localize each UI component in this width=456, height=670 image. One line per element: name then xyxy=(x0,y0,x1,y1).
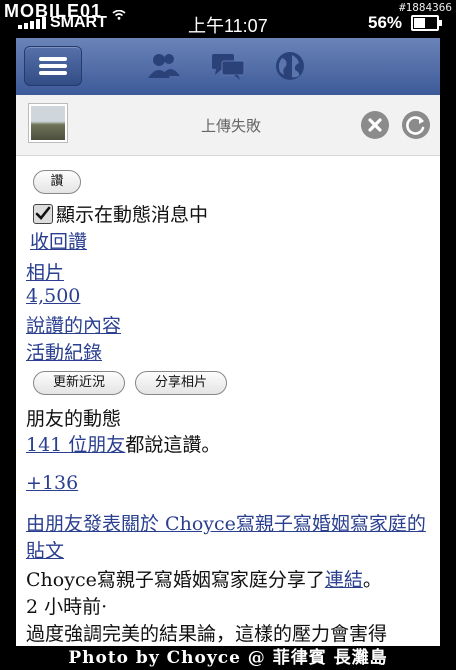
menu-icon xyxy=(39,57,67,61)
more-friends-link[interactable]: +136 xyxy=(26,472,78,494)
globe-icon[interactable] xyxy=(272,50,308,82)
upload-status-bar: 上傳失敗 xyxy=(16,95,440,156)
close-icon xyxy=(368,118,382,132)
share-line-suffix: 。 xyxy=(362,569,382,591)
friends-activity-title: 朋友的動態 xyxy=(26,408,122,430)
shared-link[interactable]: 連結 xyxy=(325,569,363,591)
menu-icon-line xyxy=(39,71,67,75)
friend-post-link[interactable]: 由朋友發表關於 Choyce寫親子寫婚姻寫家庭的貼文 xyxy=(26,511,426,565)
show-in-feed-checkbox[interactable] xyxy=(33,204,53,224)
menu-icon-line xyxy=(39,64,67,68)
photos-link[interactable]: 相片 xyxy=(26,258,64,285)
battery-percent: 56% xyxy=(368,13,403,32)
retry-upload-button[interactable] xyxy=(402,111,430,139)
checkmark-icon xyxy=(35,206,51,220)
friends-like-link[interactable]: 141 位朋友 xyxy=(26,434,125,456)
share-line: Choyce寫親子寫婚姻寫家庭分享了連結。 xyxy=(26,565,382,592)
update-status-button[interactable]: 更新近況 xyxy=(33,371,125,395)
signal-icon xyxy=(18,17,46,29)
upload-failed-text: 上傳失敗 xyxy=(201,118,262,135)
watermark-id: #1884366 xyxy=(399,1,452,14)
menu-button[interactable] xyxy=(24,46,82,86)
battery-icon xyxy=(411,15,442,31)
post-excerpt: 過度強調完美的結果論，這樣的壓力會害得 xyxy=(26,623,388,645)
friends-icon[interactable] xyxy=(146,50,182,82)
wifi-icon xyxy=(112,10,126,20)
activity-log-link[interactable]: 活動紀錄 xyxy=(26,338,102,365)
carrier-name: SMART xyxy=(50,14,107,31)
photo-caption: Photo by Choyce @ 菲律賓 長灘島 xyxy=(0,646,456,670)
fb-top-bar xyxy=(16,38,440,96)
status-time: 上午11:07 xyxy=(188,16,268,36)
messages-icon[interactable] xyxy=(210,50,246,82)
share-line-prefix: Choyce寫親子寫婚姻寫家庭分享了 xyxy=(26,569,325,591)
post-time: 2 小時前· xyxy=(26,596,108,618)
status-bar: MOBILE01 #1884366 SMART 上午11:07 56% xyxy=(0,0,456,38)
upload-thumbnail[interactable] xyxy=(28,103,68,143)
refresh-icon xyxy=(406,116,425,135)
cancel-upload-button[interactable] xyxy=(361,111,389,139)
photo-count-link[interactable]: 4,500 xyxy=(26,285,80,307)
friends-like-suffix: 都說這讚。 xyxy=(125,434,221,456)
friends-like-line: 141 位朋友都說這讚。 xyxy=(26,430,220,457)
phone-screen: 上傳失敗 讚 顯示在動態消息中 收回讚 相片 4,500 說讚的內容 活動紀錄 … xyxy=(16,38,440,670)
unlike-link[interactable]: 收回讚 xyxy=(30,227,87,254)
like-button[interactable]: 讚 xyxy=(33,170,81,194)
likers-link[interactable]: 說讚的內容 xyxy=(26,311,121,338)
share-photo-button[interactable]: 分享相片 xyxy=(135,371,227,395)
show-in-feed-label: 顯示在動態消息中 xyxy=(56,204,209,226)
